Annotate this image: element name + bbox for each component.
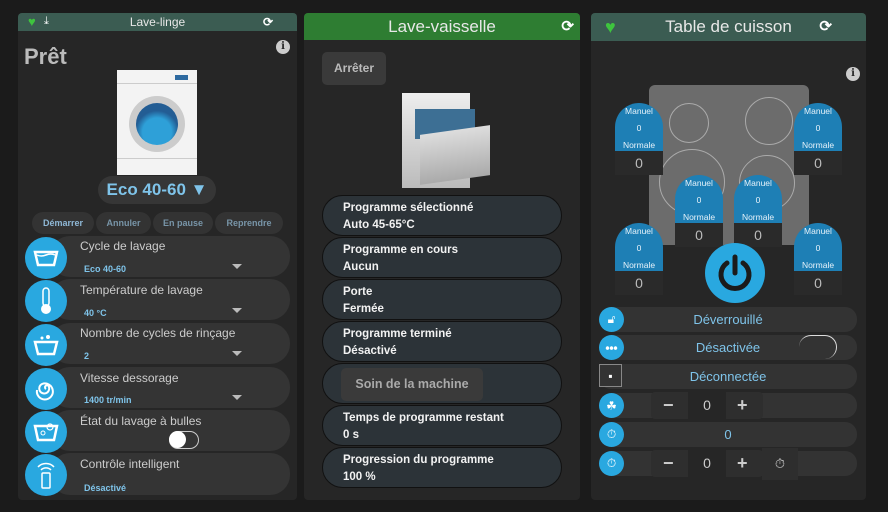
refresh-icon[interactable]: ⟳ [819,13,832,41]
dishwasher-panel: Lave-vaisselle ⟳ Arrêter Programme sélec… [304,13,580,500]
spin-icon [25,368,67,410]
cooking-zone-5[interactable]: Manuel 0 Normale 0 [615,223,663,295]
dropdown-caret-icon[interactable] [232,351,242,356]
cooktop-header: ♥ Table de cuisson ⟳ [591,13,866,41]
cancel-button[interactable]: Annuler [96,212,151,234]
refresh-icon[interactable]: ⟳ [263,13,273,31]
power-icon [718,254,752,291]
cooktop-panel: ♥ Table de cuisson ⟳ i Manuel 0 Normale 0 M… [591,13,866,500]
info-row-door: Porte Fermée [322,279,562,320]
washer-title: Lave-linge [129,15,186,29]
info-icon[interactable]: i [846,67,860,81]
dishwasher-header: Lave-vaisselle ⟳ [304,13,580,40]
dropdown-caret-icon[interactable] [232,308,242,313]
cooking-zone-1[interactable]: Manuel 0 Normale 0 [615,103,663,175]
increment-button[interactable]: + [737,450,748,477]
info-row-selected-program: Programme sélectionné Auto 45-65°C [322,195,562,236]
cooktop-surface [649,85,809,245]
info-icon[interactable]: i [276,40,290,54]
decrement-button[interactable]: − [663,392,674,419]
download-icon[interactable]: ⤓ [44,13,49,30]
info-row-current-program: Programme en cours Aucun [322,237,562,278]
machine-care-button[interactable]: Soin de la machine [341,368,483,401]
heartbeat-icon: ♥ [28,14,36,29]
dishwasher-image [400,93,490,193]
pause-button[interactable]: En pause [153,212,213,234]
power-boost-row: ☘ − 0 + [599,392,857,419]
remote-control-icon [25,454,67,496]
machine-care-row: Soin de la machine [322,363,562,404]
timer-value[interactable]: 0 [688,450,726,477]
toggle-switch[interactable] [799,335,837,359]
heartbeat-icon: ♥ [605,17,616,37]
refresh-icon[interactable]: ⟳ [561,13,574,40]
lock-row[interactable]: 🔓︎ Déverrouillé [599,307,857,332]
start-button[interactable]: Démarrer [32,212,94,234]
start-timer-button[interactable]: ⏱ [762,448,798,480]
timer-stepper[interactable]: − 0 + [651,450,763,477]
resume-button[interactable]: Reprendre [215,212,283,234]
cooking-zone-3[interactable]: Manuel 0 Normale 0 [675,175,723,247]
network-row: ▪ Déconnectée [599,364,857,389]
info-row-remaining-time: Temps de programme restant 0 s [322,405,562,446]
rinse-icon [25,324,67,366]
dropdown-caret-icon[interactable] [232,264,242,269]
info-row-program-finished: Programme terminé Désactivé [322,321,562,362]
washer-header: ♥ ⤓ Lave-linge ⟳ [18,13,297,31]
info-row-progress: Progression du programme 100 % [322,447,562,488]
bubble-wash-toggle[interactable] [169,431,199,449]
connection-mode-row[interactable]: ⦁⦁⦁ Désactivée [599,335,857,360]
decrement-button[interactable]: − [663,450,674,477]
wash-tub-icon [25,237,67,279]
cooktop-title: Table de cuisson [665,17,792,36]
timer-remaining-row: ⏱ 0 [599,422,857,447]
bubble-wash-icon [25,411,67,453]
dishwasher-title: Lave-vaisselle [388,17,496,36]
power-button[interactable] [705,243,765,303]
stop-button[interactable]: Arrêter [322,52,386,85]
power-boost-value[interactable]: 0 [688,392,726,419]
increment-button[interactable]: + [737,392,748,419]
boost-icon: ☘ [599,393,624,418]
cooking-zone-4[interactable]: Manuel 0 Normale 0 [734,175,782,247]
timer-set-row: ⏱ − 0 + ⏱ [599,448,857,480]
washer-panel: ♥ ⤓ Lave-linge ⟳ Prêt i Eco 40-60 ▼ Déma… [18,13,297,500]
washing-machine-image [117,70,197,175]
cooking-zone-6[interactable]: Manuel 0 Normale 0 [794,223,842,295]
dropdown-caret-icon[interactable] [232,395,242,400]
program-selector[interactable]: Eco 40-60 ▼ [98,176,216,204]
power-boost-stepper[interactable]: − 0 + [651,392,763,419]
cooking-zone-2[interactable]: Manuel 0 Normale 0 [794,103,842,175]
washer-status: Prêt [24,44,67,69]
stopwatch-icon: ⏱ [599,451,624,476]
thermometer-icon [25,280,67,322]
